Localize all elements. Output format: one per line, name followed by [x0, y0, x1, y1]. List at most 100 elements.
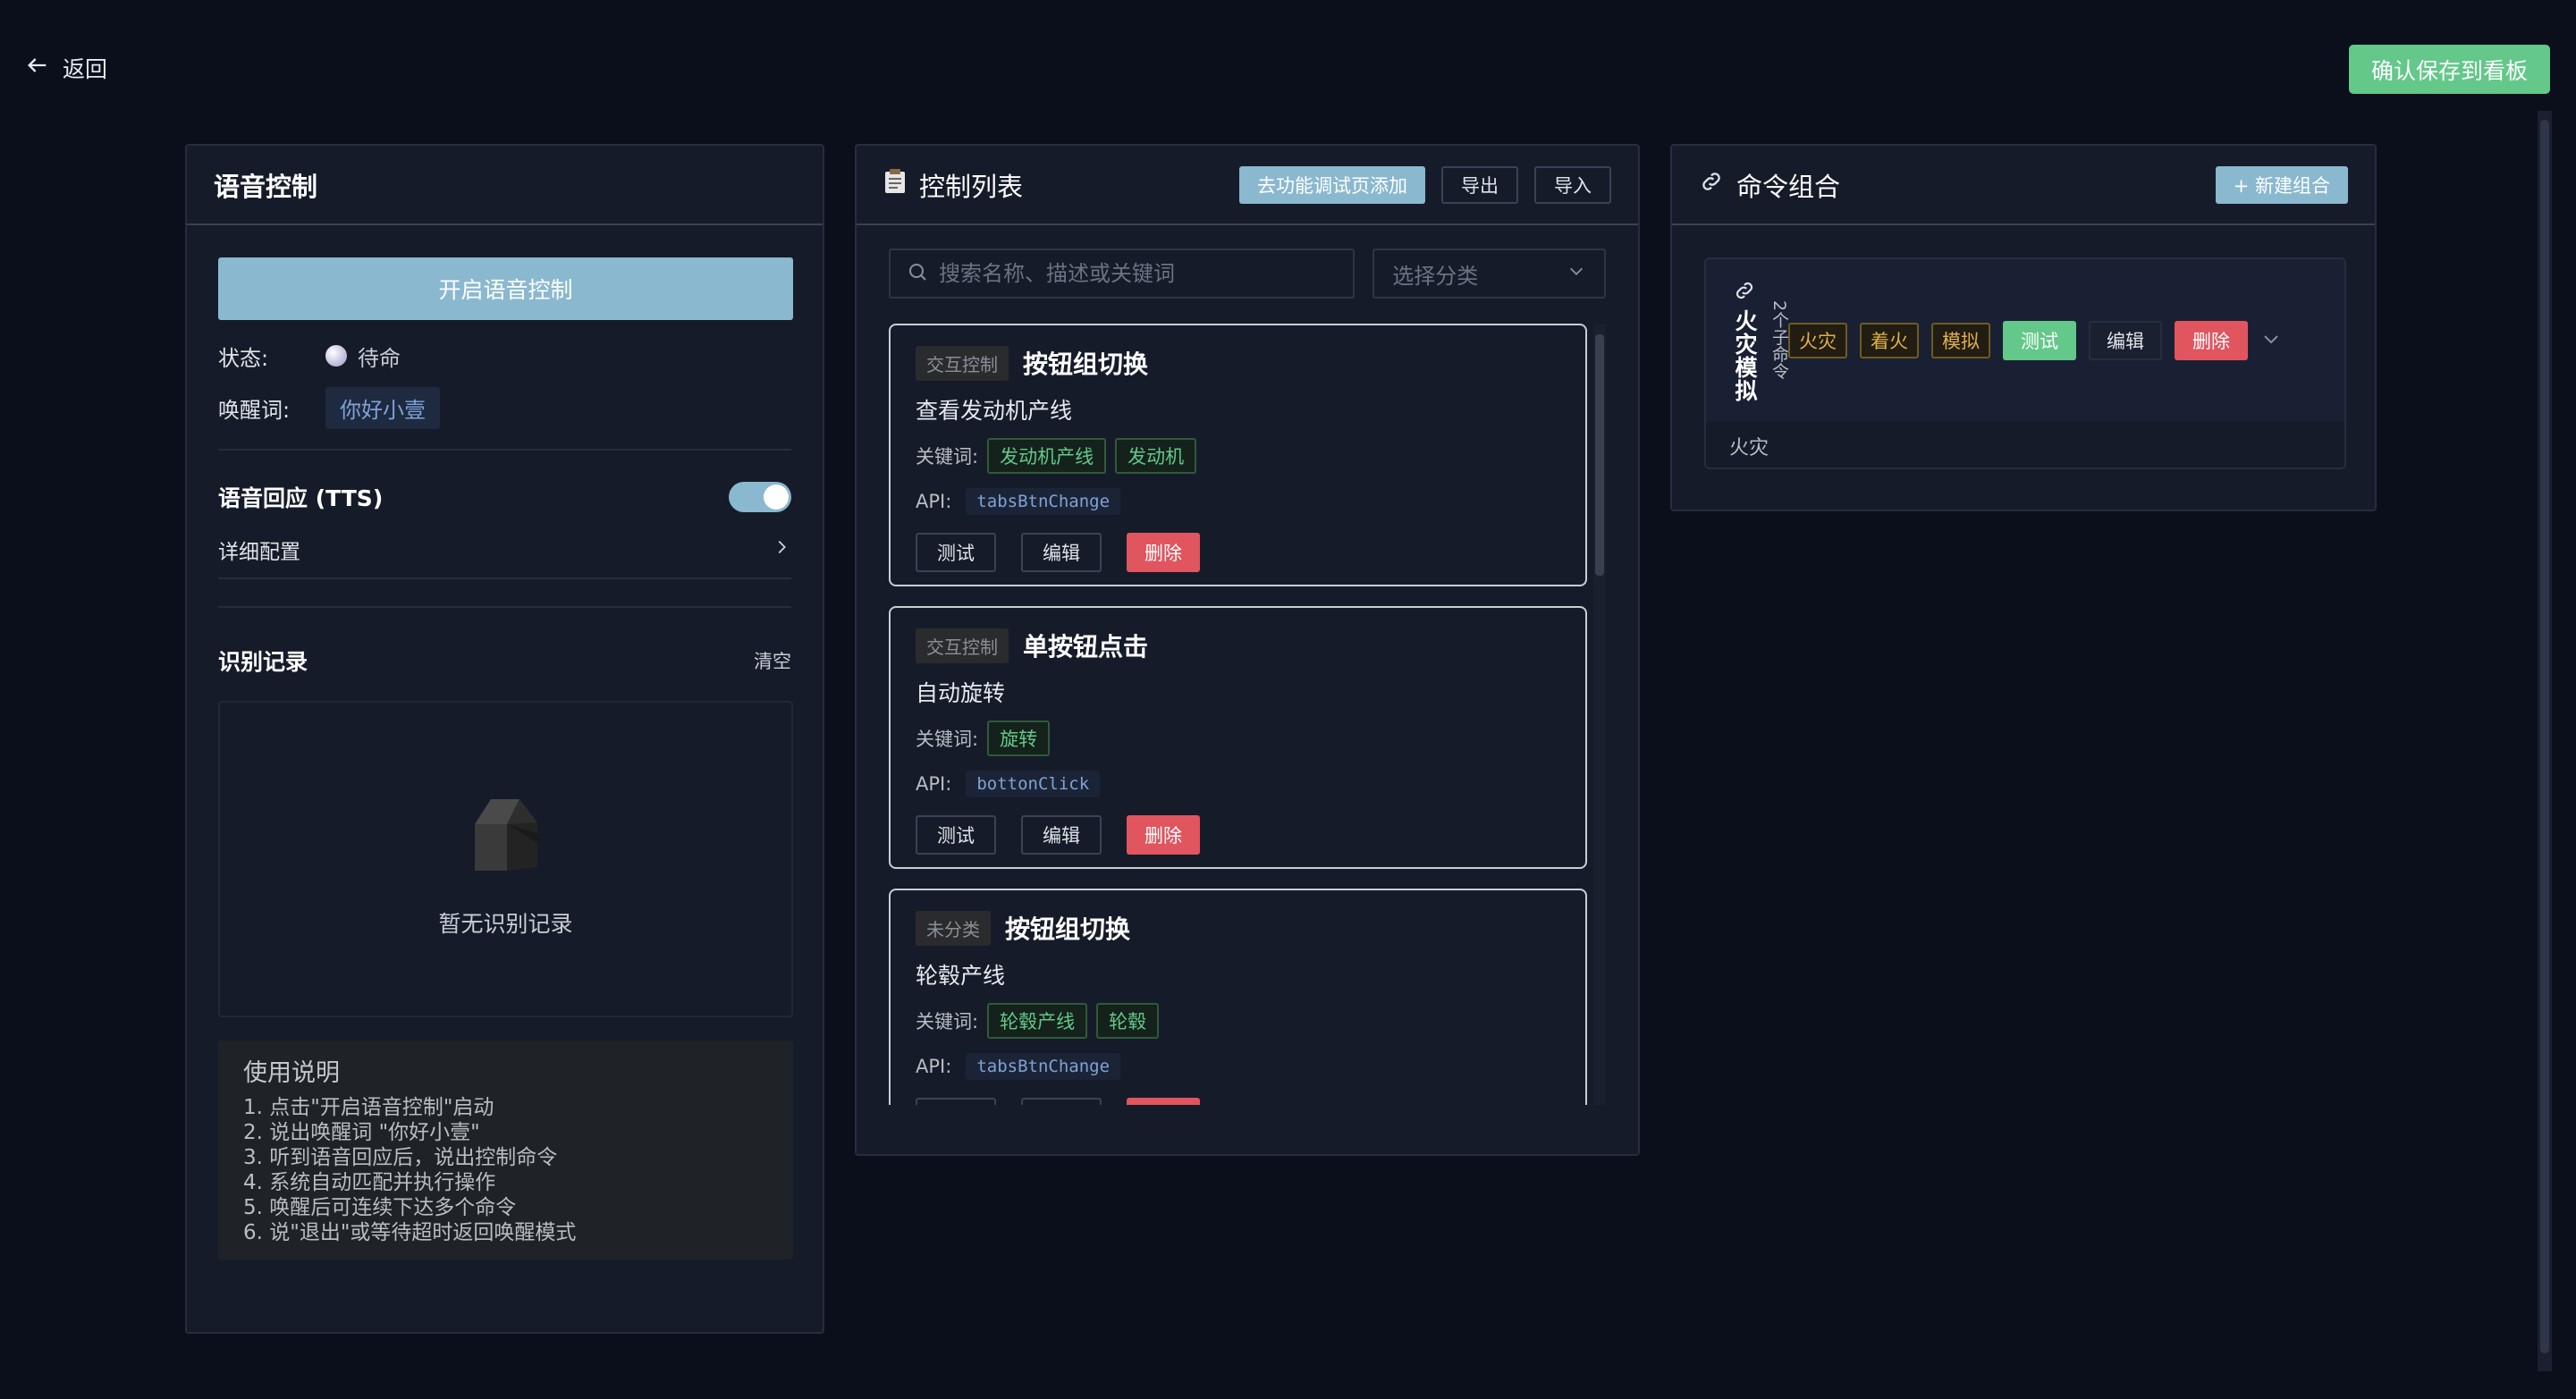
- keyword-label: 关键词:: [916, 446, 979, 468]
- combo-delete-button[interactable]: 删除: [2175, 320, 2248, 360]
- test-button[interactable]: 测试: [916, 1098, 996, 1105]
- control-desc: 自动旋转: [916, 680, 1006, 706]
- guide-line: 6. 说"退出"或等待超时返回唤醒模式: [243, 1221, 577, 1244]
- toggle-knob: [764, 485, 789, 510]
- keyword-tag: 轮毂产线: [987, 1003, 1088, 1039]
- edit-button[interactable]: 编辑: [1021, 1098, 1102, 1105]
- control-title: 按钮组切换: [1023, 350, 1149, 379]
- api-tag: tabsBtnChange: [966, 488, 1121, 515]
- category-select[interactable]: 选择分类: [1372, 249, 1606, 299]
- voice-panel-header: 语音控制: [187, 146, 823, 225]
- control-cards-list: 交互控制 按钮组切换 查看发动机产线 关键词: 发动机产线 发动机 API: t…: [889, 324, 1609, 1105]
- arrow-left-icon: [25, 53, 50, 83]
- guide-line: 1. 点击"开启语音控制"启动: [243, 1096, 494, 1119]
- records-title: 识别记录: [218, 649, 308, 675]
- link-icon: [1733, 279, 1756, 309]
- category-placeholder: 选择分类: [1392, 263, 1479, 289]
- tts-toggle[interactable]: [729, 482, 791, 512]
- import-button[interactable]: 导入: [1534, 165, 1611, 204]
- records-empty-text: 暂无识别记录: [438, 911, 573, 937]
- guide-line: 3. 听到语音回应后，说出控制命令: [243, 1146, 558, 1169]
- combo-card: 火灾模拟 2个子命令 火灾 着火 模拟 测试 编辑 删除 火灾: [1704, 257, 2346, 469]
- detail-config-label: 详细配置: [218, 541, 300, 564]
- delete-button[interactable]: 删除: [1127, 1098, 1200, 1105]
- status-dot-icon: [325, 345, 347, 367]
- combo-footer: 火灾: [1706, 421, 2344, 468]
- back-button[interactable]: 返回: [25, 50, 107, 86]
- divider: [218, 449, 791, 451]
- combo-test-button[interactable]: 测试: [2003, 320, 2076, 360]
- combo-panel-title: 命令组合: [1736, 171, 1841, 202]
- new-combo-button[interactable]: + 新建组合: [2215, 165, 2348, 204]
- category-tag: 未分类: [916, 910, 991, 946]
- delete-button[interactable]: 删除: [1127, 815, 1200, 855]
- wake-word-label: 唤醒词:: [218, 397, 291, 423]
- tts-label: 语音回应 (TTS): [218, 485, 384, 511]
- control-card: 交互控制 按钮组切换 查看发动机产线 关键词: 发动机产线 发动机 API: t…: [889, 324, 1587, 586]
- back-label: 返回: [63, 56, 108, 82]
- export-button[interactable]: 导出: [1441, 165, 1518, 204]
- keyword-label: 关键词:: [916, 729, 979, 750]
- combo-panel-header: 命令组合 + 新建组合: [1672, 146, 2375, 225]
- test-button[interactable]: 测试: [916, 815, 996, 855]
- guide-title: 使用说明: [243, 1059, 340, 1087]
- usage-guide: 使用说明 1. 点击"开启语音控制"启动 2. 说出唤醒词 "你好小壹" 3. …: [218, 1041, 793, 1260]
- api-tag: bottonClick: [966, 771, 1101, 797]
- tts-row: 语音回应 (TTS): [218, 472, 791, 522]
- control-list-panel: 控制列表 去功能调试页添加 导出 导入 选择分类: [855, 144, 1640, 1156]
- list-scrollbar[interactable]: [1593, 324, 1606, 1105]
- control-desc: 轮毂产线: [916, 963, 1006, 989]
- control-desc: 查看发动机产线: [916, 398, 1073, 424]
- voice-panel-title: 语音控制: [214, 171, 318, 202]
- combo-keyword-tag: 模拟: [1931, 322, 1990, 358]
- goto-debug-add-button[interactable]: 去功能调试页添加: [1239, 165, 1425, 204]
- save-to-board-button[interactable]: 确认保存到看板: [2349, 45, 2550, 94]
- api-tag: tabsBtnChange: [966, 1053, 1121, 1080]
- keyword-tag: 轮毂: [1096, 1003, 1160, 1039]
- list-panel-header: 控制列表 去功能调试页添加 导出 导入: [857, 146, 1638, 225]
- delete-button[interactable]: 删除: [1127, 533, 1200, 572]
- combo-keyword-tag: 着火: [1860, 322, 1919, 358]
- status-row: 状态: 待命: [218, 336, 791, 375]
- wake-word-row: 唤醒词: 你好小壹: [218, 386, 791, 429]
- keyword-tag: 发动机产线: [987, 438, 1107, 474]
- voice-control-panel: 语音控制 开启语音控制 状态: 待命 唤醒词: 你好小壹 语音回应 (TTS) …: [185, 144, 824, 1334]
- empty-box-icon: [457, 780, 555, 881]
- status-label: 状态:: [218, 345, 269, 371]
- keyword-tag: 发动机: [1115, 438, 1197, 474]
- search-field[interactable]: [889, 249, 1356, 299]
- records-empty-box: 暂无识别记录: [218, 701, 793, 1017]
- page-scrollbar-thumb[interactable]: [2540, 120, 2549, 1353]
- divider: [218, 606, 791, 608]
- combo-edit-button[interactable]: 编辑: [2089, 320, 2162, 360]
- clear-records-button[interactable]: 清空: [754, 647, 791, 674]
- page-scrollbar[interactable]: [2538, 111, 2552, 1371]
- edit-button[interactable]: 编辑: [1021, 533, 1102, 572]
- clipboard-icon: [883, 169, 907, 200]
- category-tag: 交互控制: [916, 628, 1009, 663]
- control-card: 未分类 按钮组切换 轮毂产线 关键词: 轮毂产线 轮毂 API: tabsBtn…: [889, 889, 1587, 1105]
- test-button[interactable]: 测试: [916, 533, 996, 572]
- combo-keyword-tag: 火灾: [1788, 322, 1847, 358]
- command-combo-panel: 命令组合 + 新建组合 火灾模拟 2个子命令 火灾 着火 模拟 测试 编辑 删除…: [1670, 144, 2377, 511]
- wake-word-tag: 你好小壹: [325, 386, 440, 429]
- category-tag: 交互控制: [916, 345, 1009, 381]
- start-voice-button[interactable]: 开启语音控制: [218, 257, 793, 320]
- combo-name: 火灾模拟: [1732, 308, 1758, 402]
- chevron-down-icon: [1567, 261, 1586, 286]
- control-title: 按钮组切换: [1005, 914, 1131, 944]
- guide-line: 5. 唤醒后可连续下达多个命令: [243, 1196, 517, 1219]
- guide-line: 4. 系统自动匹配并执行操作: [243, 1171, 496, 1194]
- edit-button[interactable]: 编辑: [1021, 815, 1102, 855]
- search-icon: [907, 261, 928, 286]
- records-header: 识别记录 清空: [218, 638, 791, 683]
- control-title: 单按钮点击: [1023, 632, 1149, 662]
- chevron-down-icon[interactable]: [2260, 328, 2282, 353]
- api-label: API:: [916, 773, 952, 795]
- control-card: 交互控制 单按钮点击 自动旋转 关键词: 旋转 API: bottonClick…: [889, 606, 1587, 869]
- list-scrollbar-thumb[interactable]: [1595, 334, 1604, 576]
- detail-config-row[interactable]: 详细配置: [218, 522, 791, 579]
- search-input[interactable]: [939, 261, 1332, 286]
- status-value: 待命: [358, 345, 401, 371]
- keyword-label: 关键词:: [916, 1011, 979, 1032]
